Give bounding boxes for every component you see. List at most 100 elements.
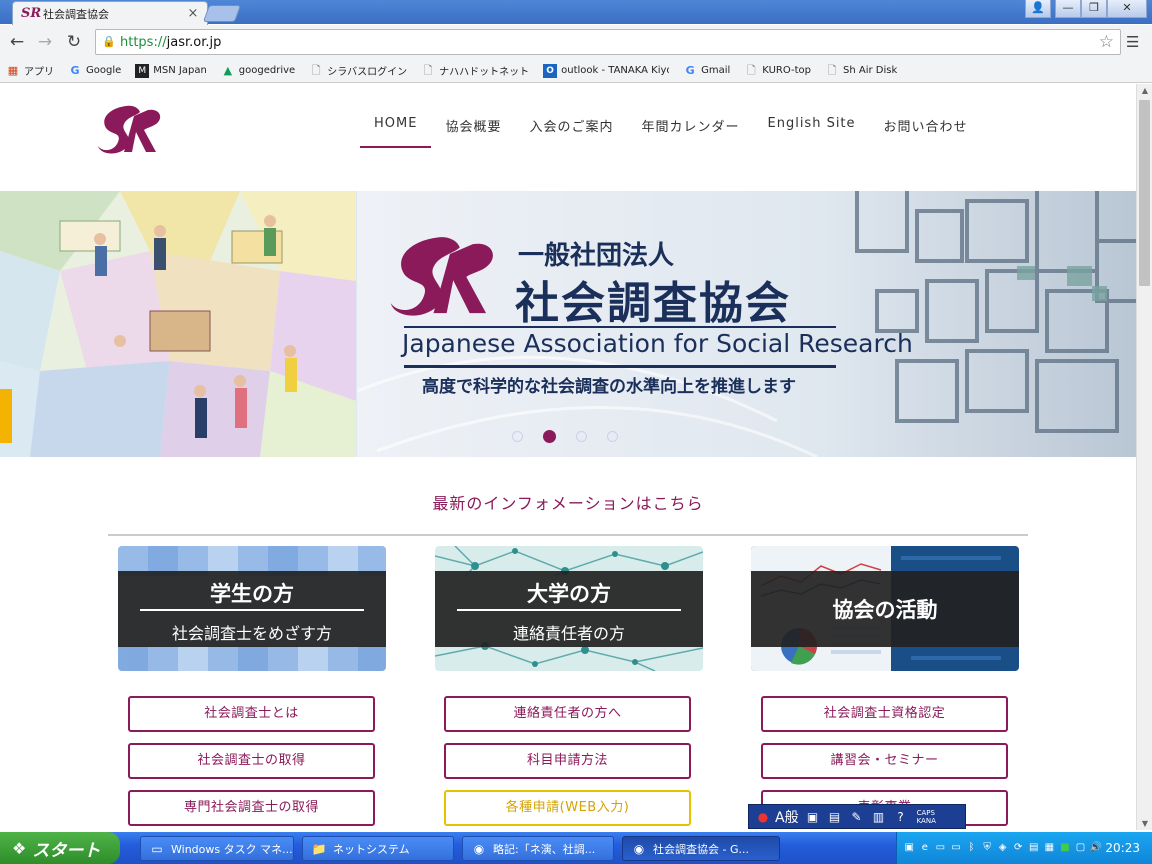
bookmark-drive[interactable]: ▲ googedrive <box>221 63 296 78</box>
taskbar-item-label: 社会調査協会 - G... <box>653 842 749 856</box>
nav-english[interactable]: English Site <box>754 108 870 148</box>
taskbar-item-task-manager[interactable]: ▭ Windows タスク マネ... <box>140 836 294 861</box>
bookmark-apps[interactable]: ▦ アプリ <box>6 63 54 79</box>
bookmark-syllabus[interactable]: 🗋 シラバスログイン <box>309 63 408 79</box>
ime-caps-kana: CAPS KANA <box>917 809 936 825</box>
status-icon[interactable]: ■ <box>1059 841 1072 855</box>
nav-calendar[interactable]: 年間カレンダー <box>627 108 753 148</box>
antivirus-icon[interactable]: ◈ <box>996 841 1009 855</box>
forward-arrow-icon[interactable]: → <box>34 31 56 53</box>
card-activity[interactable]: 協会の活動 <box>751 546 1019 671</box>
windows-logo-icon: ❖ <box>12 838 27 858</box>
scroll-thumb[interactable] <box>1139 100 1150 286</box>
back-arrow-icon[interactable]: ← <box>6 31 28 53</box>
bookmark-outlook[interactable]: O outlook - TANAKA Kiyos <box>543 63 670 78</box>
security-shield-icon[interactable]: ⛨ <box>981 841 994 855</box>
ime-pad-icon[interactable]: ▣ <box>803 808 823 826</box>
volume-icon[interactable]: 🔊 <box>1090 841 1103 855</box>
taskbar-item-chrome-1[interactable]: ◉ 略記:「ネ演、社調... <box>462 836 614 861</box>
reload-icon[interactable]: ↻ <box>63 31 85 53</box>
bookmark-nahaha[interactable]: 🗋 ナハハドットネット <box>421 63 529 79</box>
slider-dot-1[interactable] <box>512 431 523 442</box>
hero-org-name: 社会調査協会 <box>515 278 791 329</box>
maximize-button[interactable]: ❐ <box>1081 0 1107 18</box>
update-icon[interactable]: ⟳ <box>1012 841 1025 855</box>
hero-slider[interactable]: 一般社団法人 社会調査協会 Japanese Association for S… <box>0 191 1136 457</box>
drive-icon: ▲ <box>223 63 233 77</box>
ime-caps-label: CAPS <box>916 808 935 817</box>
link-acquire-researcher[interactable]: 社会調査士の取得 <box>128 743 375 779</box>
slider-dot-2[interactable] <box>543 430 556 443</box>
card-subtitle: 社会調査士をめざす方 <box>171 624 332 643</box>
hero-illustration <box>0 191 356 457</box>
link-course-application[interactable]: 科目申請方法 <box>444 743 691 779</box>
display-icon[interactable]: ▭ <box>950 841 963 855</box>
link-web-application[interactable]: 各種申請(WEB入力) <box>444 790 691 826</box>
tab-close-icon[interactable]: × <box>185 6 201 21</box>
slider-dot-3[interactable] <box>576 431 587 442</box>
network-icon[interactable]: ▣ <box>903 841 916 855</box>
link-certification[interactable]: 社会調査士資格認定 <box>761 696 1008 732</box>
close-window-button[interactable]: ✕ <box>1107 0 1147 18</box>
link-contact-persons[interactable]: 連絡責任者の方へ <box>444 696 691 732</box>
book-icon[interactable]: ▤ <box>1028 841 1041 855</box>
link-acquire-expert[interactable]: 専門社会調査士の取得 <box>128 790 375 826</box>
nav-about[interactable]: 協会概要 <box>431 108 515 148</box>
browser-toolbar: ← → ↻ 🔒 https:// jasr.or.jp ☆ ☰ <box>0 25 1152 59</box>
bookmark-label: Sh Air Disk <box>843 65 898 76</box>
ime-options-icon[interactable]: ▥ <box>869 808 889 826</box>
page-scrollbar[interactable]: ▲ ▼ <box>1136 84 1152 830</box>
bookmark-star-icon[interactable]: ☆ <box>1099 32 1114 52</box>
ime-tool-icon[interactable]: ✎ <box>847 808 867 826</box>
bookmark-kuro[interactable]: 🗋 KURO-top <box>744 64 811 78</box>
hero-jasr-logo <box>390 237 493 316</box>
bookmark-label: outlook - TANAKA Kiyos <box>561 65 670 76</box>
hero-divider <box>404 365 836 368</box>
keyboard-icon[interactable]: ▦ <box>1043 841 1056 855</box>
scroll-up-arrow-icon[interactable]: ▲ <box>1137 86 1152 95</box>
bookmark-label: シラバスログイン <box>327 67 408 78</box>
profile-button[interactable]: 👤 <box>1025 0 1051 18</box>
ime-logo-icon[interactable]: ● <box>753 808 773 826</box>
monitor-icon[interactable]: ▭ <box>934 841 947 855</box>
url-scheme: https:// <box>120 34 167 50</box>
card-students[interactable]: 学生の方 社会調査士をめざす方 <box>118 546 386 671</box>
slider-side-tab[interactable] <box>0 389 12 443</box>
start-button[interactable]: ❖ スタート <box>0 832 120 864</box>
slider-dot-4[interactable] <box>607 431 618 442</box>
bookmark-airdisk[interactable]: 🗋 Sh Air Disk <box>825 63 898 78</box>
new-tab-button[interactable] <box>202 5 242 22</box>
ime-language-bar[interactable]: ● A般 ▣ ▤ ✎ ▥ ? CAPS KANA <box>748 804 966 829</box>
browser-tab-active[interactable]: SR 社会調査協会 × <box>12 1 208 25</box>
link-seminars[interactable]: 講習会・セミナー <box>761 743 1008 779</box>
bookmark-label: アプリ <box>24 67 54 78</box>
browser-menu-icon[interactable]: ☰ <box>1126 33 1139 51</box>
taskbar-item-label: ネットシステム <box>333 842 410 856</box>
bookmark-msn[interactable]: M MSN Japan <box>135 63 207 78</box>
outlook-icon: O <box>543 63 558 78</box>
ie-icon[interactable]: e <box>919 841 932 855</box>
address-bar[interactable]: 🔒 https:// jasr.or.jp ☆ <box>95 29 1121 55</box>
system-clock[interactable]: 20:23 <box>1105 841 1140 855</box>
window-icon[interactable]: ▢ <box>1074 841 1087 855</box>
jasr-logo[interactable] <box>96 102 166 158</box>
nav-home[interactable]: HOME <box>360 108 432 148</box>
taskbar-item-chrome-2[interactable]: ◉ 社会調査協会 - G... <box>622 836 780 861</box>
ime-help-icon[interactable]: ? <box>891 808 911 826</box>
bookmark-gmail[interactable]: G Gmail <box>683 64 731 78</box>
nav-contact[interactable]: お問い合わせ <box>870 108 982 148</box>
bookmark-google[interactable]: G Google <box>68 64 121 78</box>
nav-membership[interactable]: 入会のご案内 <box>515 108 627 148</box>
page-icon: 🗋 <box>746 63 756 77</box>
minimize-button[interactable]: — <box>1055 0 1081 18</box>
bluetooth-icon[interactable]: ᛒ <box>965 841 978 855</box>
ime-input-mode[interactable]: A般 <box>775 807 799 827</box>
bookmarks-bar: ▦ アプリ G Google M MSN Japan ▲ googedrive … <box>0 59 1152 83</box>
page-icon: 🗋 <box>827 63 837 77</box>
ime-dictionary-icon[interactable]: ▤ <box>825 808 845 826</box>
link-what-is-researcher[interactable]: 社会調査士とは <box>128 696 375 732</box>
card-university[interactable]: 大学の方 連絡責任者の方 <box>435 546 703 671</box>
taskbar-item-folder[interactable]: 📁 ネットシステム <box>302 836 454 861</box>
scroll-down-arrow-icon[interactable]: ▼ <box>1137 819 1152 828</box>
url-host: jasr.or.jp <box>166 34 222 50</box>
